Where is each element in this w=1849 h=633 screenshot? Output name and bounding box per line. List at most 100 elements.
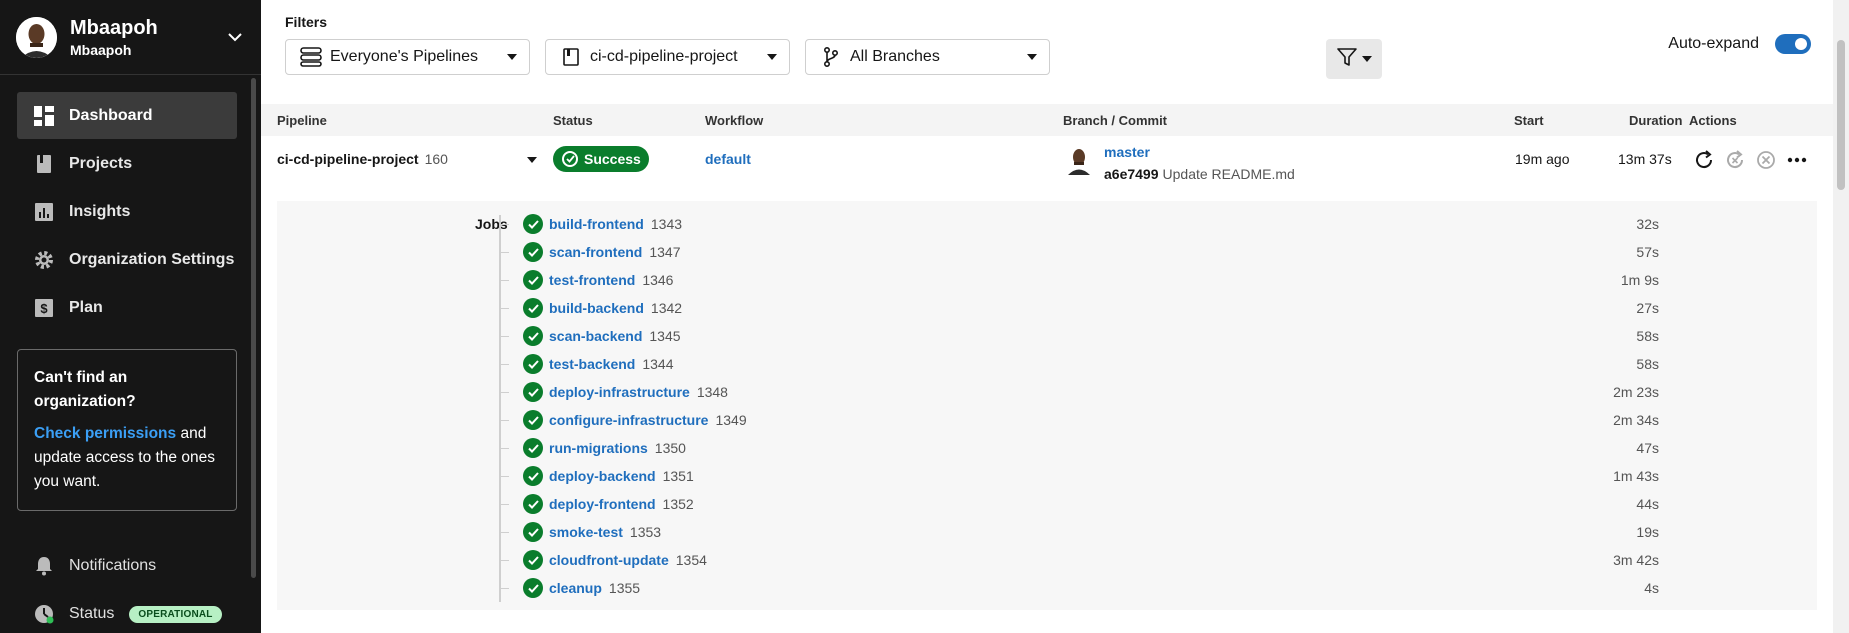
job-name-link[interactable]: configure-infrastructure [549, 412, 708, 428]
job-name-link[interactable]: build-frontend [549, 216, 644, 232]
job-number: 1350 [654, 440, 686, 456]
job-number: 1343 [650, 216, 683, 232]
pipeline-actions [1693, 149, 1817, 171]
tree-connector [499, 251, 509, 253]
job-row[interactable]: deploy-infrastructure 1348 2m 23s [499, 380, 1659, 404]
sidebar-item-notifications[interactable]: Notifications [34, 556, 156, 576]
sidebar-item-projects[interactable]: Projects [17, 140, 237, 187]
job-duration: 1m 9s [1620, 272, 1659, 288]
sidebar-item-status[interactable]: Status OPERATIONAL [34, 604, 222, 624]
job-name-link[interactable]: deploy-backend [549, 468, 656, 484]
check-circle-icon [523, 550, 543, 570]
pipeline-row[interactable]: ci-cd-pipeline-project 160 Success defaul… [261, 136, 1833, 200]
col-pipeline: Pipeline [277, 113, 327, 128]
check-circle-icon [523, 298, 543, 318]
job-duration: 19s [1636, 524, 1659, 540]
commit-info: a6e7499 Update README.md [1104, 166, 1295, 182]
project-filter-select[interactable]: ci-cd-pipeline-project [545, 39, 790, 75]
collapse-caret-icon[interactable] [527, 157, 537, 163]
check-circle-icon [523, 466, 543, 486]
commit-hash[interactable]: a6e7499 [1104, 166, 1159, 182]
job-duration: 47s [1636, 440, 1659, 456]
project-icon [560, 46, 582, 68]
job-number: 1355 [608, 580, 641, 596]
pipelines-table-header: Pipeline Status Workflow Branch / Commit… [261, 104, 1833, 136]
advanced-filter-button[interactable] [1326, 39, 1382, 79]
job-name-link[interactable]: deploy-frontend [549, 496, 656, 512]
commit-message: Update README.md [1162, 166, 1295, 182]
project-filter-value: ci-cd-pipeline-project [590, 48, 738, 65]
job-row[interactable]: run-migrations 1350 47s [499, 436, 1659, 460]
check-circle-icon [523, 242, 543, 262]
check-circle-icon [523, 214, 543, 234]
job-row[interactable]: scan-backend 1345 58s [499, 324, 1659, 348]
sidebar-scrollbar[interactable] [251, 78, 256, 578]
job-row[interactable]: test-backend 1344 58s [499, 352, 1659, 376]
notifications-label: Notifications [69, 557, 157, 574]
branch-link[interactable]: master [1104, 144, 1150, 160]
auto-expand-toggle[interactable] [1775, 34, 1811, 54]
cancel-icon[interactable] [1755, 149, 1777, 171]
sidebar-item-insights[interactable]: Insights [17, 188, 237, 235]
org-help-card: Can't find an organization? Check permis… [17, 349, 237, 511]
pipeline-name[interactable]: ci-cd-pipeline-project 160 [277, 151, 448, 167]
job-row[interactable]: cleanup 1355 4s [499, 576, 1659, 600]
insights-icon [34, 202, 54, 222]
job-name-link[interactable]: scan-backend [549, 328, 642, 344]
job-row[interactable]: build-backend 1342 27s [499, 296, 1659, 320]
status-label: Status [69, 605, 115, 622]
more-icon[interactable] [1786, 149, 1808, 171]
main-content: Filters Everyone's Pipelines ci-cd-pipel… [261, 0, 1849, 633]
job-row[interactable]: scan-frontend 1347 57s [499, 240, 1659, 264]
org-switcher[interactable]: Mbaapoh Mbaapoh [0, 0, 261, 75]
job-name-link[interactable]: cleanup [549, 580, 602, 596]
job-row[interactable]: deploy-backend 1351 1m 43s [499, 464, 1659, 488]
tree-connector [499, 531, 509, 533]
job-name-link[interactable]: scan-frontend [549, 244, 642, 260]
job-row[interactable]: build-frontend 1343 32s [499, 212, 1659, 236]
check-permissions-link[interactable]: Check permissions [34, 425, 176, 442]
chevron-down-icon[interactable] [225, 27, 245, 47]
pipeline-project: ci-cd-pipeline-project [277, 151, 419, 167]
rerun-icon[interactable] [1693, 149, 1715, 171]
gear-icon [34, 250, 54, 270]
branch-filter-select[interactable]: All Branches [805, 39, 1050, 75]
job-row[interactable]: deploy-frontend 1352 44s [499, 492, 1659, 516]
projects-icon [34, 154, 54, 174]
job-duration: 58s [1636, 328, 1659, 344]
caret-down-icon [1027, 54, 1037, 60]
check-circle-icon [523, 522, 543, 542]
check-circle-icon [523, 270, 543, 290]
pipeline-number: 160 [424, 151, 448, 167]
job-row[interactable]: smoke-test 1353 19s [499, 520, 1659, 544]
job-name-link[interactable]: cloudfront-update [549, 552, 669, 568]
pipelines-filter-select[interactable]: Everyone's Pipelines [285, 39, 530, 75]
job-row[interactable]: test-frontend 1346 1m 9s [499, 268, 1659, 292]
job-row[interactable]: configure-infrastructure 1349 2m 34s [499, 408, 1659, 432]
col-branch-commit: Branch / Commit [1063, 113, 1168, 128]
caret-down-icon [767, 54, 777, 60]
job-name-link[interactable]: smoke-test [549, 524, 623, 540]
sidebar-item-label: Insights [69, 202, 131, 220]
workflow-link[interactable]: default [705, 151, 751, 167]
job-row[interactable]: cloudfront-update 1354 3m 42s [499, 548, 1659, 572]
rerun-failed-icon[interactable] [1724, 149, 1746, 171]
sidebar-item-dashboard[interactable]: Dashboard [17, 92, 237, 139]
job-duration: 44s [1636, 496, 1659, 512]
sidebar-item-organization-settings[interactable]: Organization Settings [17, 236, 237, 283]
sidebar-item-plan[interactable]: $ Plan [17, 284, 237, 331]
main-scrollbar[interactable] [1833, 0, 1849, 633]
pipelines-icon [300, 46, 322, 68]
org-subname: Mbaapoh [70, 41, 132, 58]
status-badge[interactable]: Success [553, 146, 649, 172]
col-workflow: Workflow [705, 113, 764, 128]
scroll-thumb[interactable] [1837, 40, 1845, 190]
job-name-link[interactable]: run-migrations [549, 440, 648, 456]
job-name-link[interactable]: deploy-infrastructure [549, 384, 690, 400]
job-name-link[interactable]: test-backend [549, 356, 635, 372]
job-name-link[interactable]: test-frontend [549, 272, 635, 288]
help-body: Check permissions and update access to t… [34, 422, 220, 494]
job-name-link[interactable]: build-backend [549, 300, 644, 316]
job-duration: 58s [1636, 356, 1659, 372]
filter-icon [1336, 47, 1357, 72]
